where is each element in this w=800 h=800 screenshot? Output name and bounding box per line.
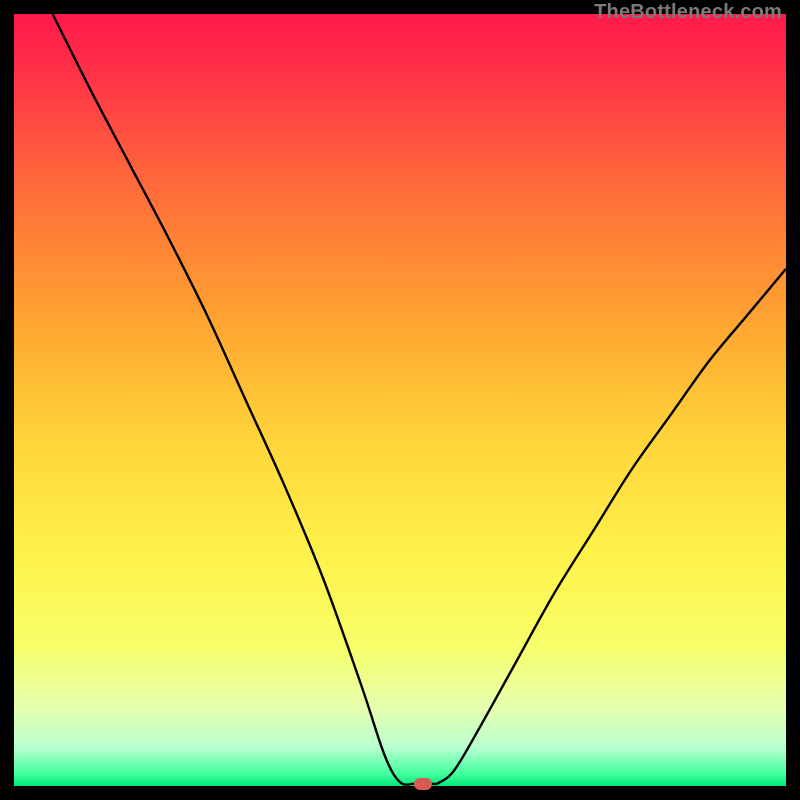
bottleneck-curve-path [53,14,786,785]
bottleneck-curve [14,14,786,786]
chart-frame: TheBottleneck.com [14,14,786,786]
current-point-marker [414,778,432,790]
